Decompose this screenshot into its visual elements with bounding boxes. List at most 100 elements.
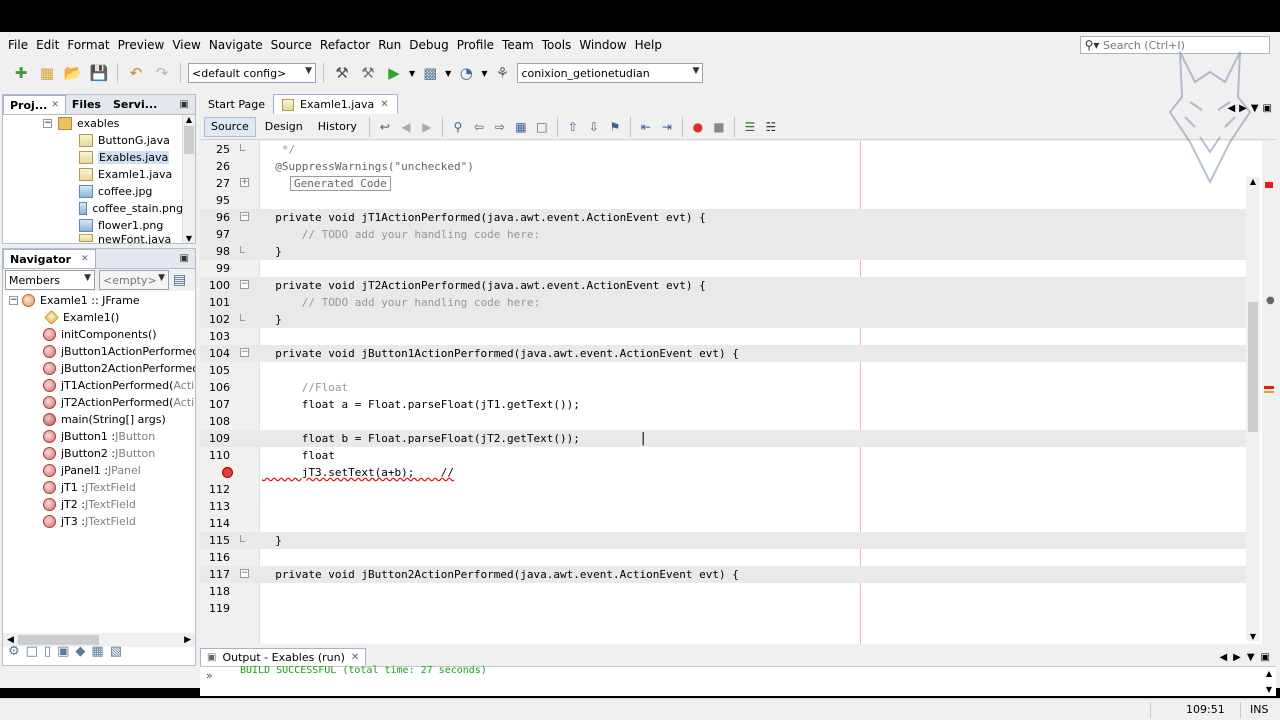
record-macro-icon[interactable]: ● xyxy=(689,118,707,136)
close-icon[interactable]: ✕ xyxy=(351,652,359,663)
scroll-down-icon[interactable]: ▼ xyxy=(1266,685,1272,694)
view-design[interactable]: Design xyxy=(259,117,309,137)
collapse-icon[interactable]: − xyxy=(43,119,52,128)
generated-code-fold[interactable]: Generated Code xyxy=(290,176,391,191)
comment-icon[interactable]: ☰ xyxy=(741,118,759,136)
next-bookmark-icon[interactable]: ⇩ xyxy=(585,118,603,136)
tree-item-exables[interactable]: − exables xyxy=(3,115,183,132)
empty-select[interactable]: <empty> ▼ xyxy=(99,270,169,290)
menu-navigate[interactable]: Navigate xyxy=(205,38,267,52)
menu-edit[interactable]: Edit xyxy=(32,38,63,52)
chevron-down-icon[interactable]: ▼ xyxy=(481,69,487,78)
chevron-down-icon[interactable]: ▼ xyxy=(445,69,451,78)
chevron-down-icon[interactable]: ▼ xyxy=(409,69,415,78)
menu-team[interactable]: Team xyxy=(498,38,538,52)
menu-debug[interactable]: Debug xyxy=(405,38,452,52)
shift-right-icon[interactable]: ⇥ xyxy=(658,118,676,136)
menu-refactor[interactable]: Refactor xyxy=(316,38,374,52)
field-filter-icon[interactable]: ▯ xyxy=(44,644,51,659)
save-all-icon[interactable]: 💾 xyxy=(88,62,110,84)
sort-icon[interactable]: ▦ xyxy=(91,644,103,659)
collapse-fold-icon[interactable]: − xyxy=(240,280,249,289)
collapse-fold-icon[interactable]: − xyxy=(240,569,249,578)
nav-item[interactable]: jT2 : JTextField xyxy=(3,496,195,513)
chevron-down-icon[interactable]: ▼ xyxy=(1247,652,1255,663)
collapse-fold-icon[interactable]: − xyxy=(240,348,249,357)
nav-item[interactable]: jT2ActionPerformed(ActionEv xyxy=(3,394,195,411)
tree-item-newfont[interactable]: newFont.java xyxy=(3,234,183,244)
open-project-icon[interactable]: 📂 xyxy=(62,62,84,84)
error-icon[interactable] xyxy=(222,467,233,478)
members-select[interactable]: Members ▼ xyxy=(5,270,95,290)
view-history[interactable]: History xyxy=(312,117,363,137)
nav-root[interactable]: − Examle1 :: JFrame xyxy=(3,292,195,309)
editor-scrollbar[interactable]: ▲ ▼ xyxy=(1246,177,1260,641)
menu-view[interactable]: View xyxy=(168,38,204,52)
forward-icon[interactable]: ▶ xyxy=(418,118,436,136)
menu-preview[interactable]: Preview xyxy=(114,38,169,52)
tab-navigator[interactable]: Navigator ✕ xyxy=(3,249,96,268)
menu-profile[interactable]: Profile xyxy=(453,38,498,52)
menu-source[interactable]: Source xyxy=(267,38,316,52)
stop-macro-icon[interactable]: ■ xyxy=(710,118,728,136)
sort-name-icon[interactable]: ▧ xyxy=(110,644,122,659)
tree-item-examle1[interactable]: Examle1.java xyxy=(3,166,183,183)
find-previous-icon[interactable]: ⇦ xyxy=(470,118,488,136)
toggle-bookmark-icon[interactable]: ⚑ xyxy=(606,118,624,136)
class-filter-icon[interactable]: □ xyxy=(26,644,38,659)
tree-item-buttong[interactable]: ButtonG.java xyxy=(3,132,183,149)
find-icon[interactable]: ⚲ xyxy=(449,118,467,136)
clean-build-icon[interactable]: ⚒ xyxy=(357,62,379,84)
scroll-down-icon[interactable]: ▼ xyxy=(1246,632,1260,641)
close-icon[interactable]: ✕ xyxy=(81,254,89,264)
tab-start-page[interactable]: Start Page xyxy=(200,94,273,114)
scroll-up-icon[interactable]: ▲ xyxy=(183,115,195,124)
menu-window[interactable]: Window xyxy=(575,38,630,52)
new-file-icon[interactable]: ✚ xyxy=(10,62,32,84)
project-select[interactable]: conixion_getionetudian ▼ xyxy=(517,63,704,83)
tree-item-exables-java[interactable]: Exables.java xyxy=(3,149,183,166)
filter-icon[interactable]: ▤ xyxy=(173,272,186,288)
nav-item[interactable]: jButton1 : JButton xyxy=(3,428,195,445)
close-icon[interactable]: ✕ xyxy=(380,99,388,110)
nav-item[interactable]: jButton1ActionPerformed(Act xyxy=(3,343,195,360)
config-select[interactable]: <default config> ▼ xyxy=(188,63,316,83)
minimize-icon[interactable]: ▣ xyxy=(180,99,189,110)
error-mark[interactable] xyxy=(1264,386,1274,389)
menu-format[interactable]: Format xyxy=(63,38,113,52)
tab-files[interactable]: Files xyxy=(66,95,107,114)
warning-mark[interactable] xyxy=(1264,391,1274,393)
scroll-right-icon[interactable]: ▶ xyxy=(1233,652,1241,663)
tab-examle1-java[interactable]: Examle1.java ✕ xyxy=(273,94,398,114)
new-project-icon[interactable]: ▦ xyxy=(36,62,58,84)
last-edit-icon[interactable]: ↩ xyxy=(376,118,394,136)
find-next-icon[interactable]: ⇨ xyxy=(491,118,509,136)
nav-item[interactable]: Examle1() xyxy=(3,309,195,326)
run-icon[interactable]: ▶ xyxy=(383,62,405,84)
tree-item-coffee-jpg[interactable]: coffee.jpg xyxy=(3,183,183,200)
nav-item[interactable]: jButton2 : JButton xyxy=(3,445,195,462)
tab-services[interactable]: Servi... xyxy=(107,95,163,114)
lock-icon[interactable]: ▣ xyxy=(57,644,69,659)
error-indicator-icon[interactable] xyxy=(1265,182,1273,188)
hierarchy-icon[interactable]: ⚙ xyxy=(8,644,20,659)
nav-item[interactable]: jT1ActionPerformed(ActionEv xyxy=(3,377,195,394)
collapse-fold-icon[interactable]: − xyxy=(240,212,249,221)
view-source[interactable]: Source xyxy=(204,116,256,137)
back-icon[interactable]: ◀ xyxy=(397,118,415,136)
menu-tools[interactable]: Tools xyxy=(538,38,576,52)
scroll-down-icon[interactable]: ▼ xyxy=(183,234,195,243)
diamond-icon[interactable]: ◆ xyxy=(75,644,85,659)
debug-icon[interactable]: ▩ xyxy=(419,62,441,84)
scroll-left-icon[interactable]: ◀ xyxy=(1219,652,1227,663)
rect-select-icon[interactable]: □ xyxy=(533,118,551,136)
redo-icon[interactable]: ↷ xyxy=(151,62,173,84)
scroll-up-icon[interactable]: ▲ xyxy=(1266,669,1272,678)
code-editor[interactable]: 25 */ 26 @SuppressWarnings("unchecked") … xyxy=(200,141,1262,644)
shift-left-icon[interactable]: ⇤ xyxy=(637,118,655,136)
nav-item[interactable]: initComponents() xyxy=(3,326,195,343)
tree-item-flower1[interactable]: flower1.png xyxy=(3,217,183,234)
nav-item[interactable]: jButton2ActionPerformed(Act xyxy=(3,360,195,377)
maximize-icon[interactable]: ▣ xyxy=(1263,103,1272,114)
profile-icon[interactable]: ◔ xyxy=(455,62,477,84)
